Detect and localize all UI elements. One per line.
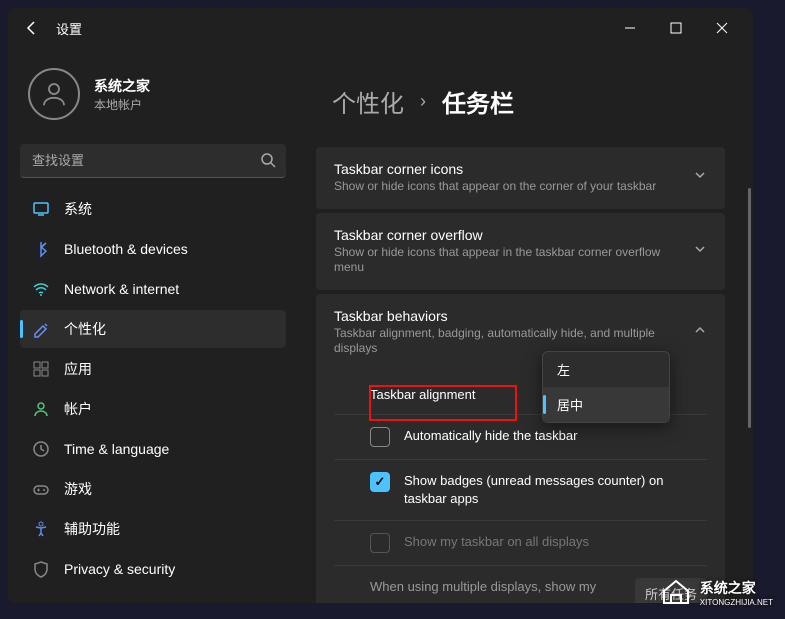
breadcrumb-current: 任务栏 [442, 84, 514, 119]
setting-taskbar-alignment: Taskbar alignment 左 居中 [334, 375, 707, 414]
nav-label: Network & internet [64, 281, 179, 297]
nav-item-wifi[interactable]: Network & internet [20, 270, 286, 308]
card-header-corner-overflow[interactable]: Taskbar corner overflow Show or hide ico… [316, 213, 725, 290]
alignment-option-left[interactable]: 左 [543, 352, 669, 387]
badges-label: Show badges (unread messages counter) on… [404, 472, 707, 508]
setting-all-displays[interactable]: Show my taskbar on all displays [334, 520, 707, 565]
nav-label: 帐户 [64, 399, 92, 419]
all-displays-checkbox[interactable] [370, 533, 390, 553]
nav-item-account[interactable]: 帐户 [20, 390, 286, 428]
card-desc: Show or hide icons that appear on the co… [334, 179, 693, 195]
search-icon [260, 152, 276, 173]
personalize-icon [32, 320, 50, 338]
gaming-icon [32, 480, 50, 498]
card-header-corner-icons[interactable]: Taskbar corner icons Show or hide icons … [316, 147, 725, 209]
nav-label: Privacy & security [64, 561, 175, 577]
setting-show-badges[interactable]: Show badges (unread messages counter) on… [334, 459, 707, 520]
alignment-dropdown: 左 居中 [542, 351, 670, 423]
profile-section[interactable]: 系统之家 本地帐户 [20, 56, 286, 140]
sidebar: 系统之家 本地帐户 系统 Bluetooth & devices Network &… [8, 48, 298, 603]
chevron-right-icon: › [420, 91, 426, 112]
arrow-left-icon [24, 20, 40, 36]
nav-item-time[interactable]: Time & language [20, 430, 286, 468]
system-icon [32, 200, 50, 218]
nav-label: 应用 [64, 359, 92, 379]
update-icon [32, 600, 50, 603]
setting-multi-display: When using multiple displays, show my 所有… [334, 565, 707, 603]
chevron-down-icon [693, 242, 707, 261]
all-displays-label: Show my taskbar on all displays [404, 533, 589, 551]
card-title: Taskbar behaviors [334, 308, 693, 324]
maximize-button[interactable] [653, 12, 699, 44]
username: 系统之家 [94, 76, 150, 96]
content-area: 个性化 › 任务栏 Taskbar corner icons Show or h… [298, 48, 753, 603]
nav-list: 系统 Bluetooth & devices Network & internet 个… [20, 190, 286, 603]
nav-item-personalize[interactable]: 个性化 [20, 310, 286, 348]
titlebar: 设置 [8, 8, 753, 48]
time-icon [32, 440, 50, 458]
apps-icon [32, 360, 50, 378]
accessibility-icon [32, 520, 50, 538]
minimize-icon [624, 22, 636, 34]
card-title: Taskbar corner overflow [334, 227, 693, 243]
search-input[interactable] [20, 144, 286, 178]
nav-item-apps[interactable]: 应用 [20, 350, 286, 388]
close-button[interactable] [699, 12, 745, 44]
nav-label: Time & language [64, 441, 169, 457]
nav-label: Windows Update [64, 601, 170, 603]
scrollbar[interactable] [748, 188, 751, 428]
maximize-icon [670, 22, 682, 34]
back-button[interactable] [16, 12, 48, 44]
nav-label: 个性化 [64, 319, 106, 339]
nav-item-privacy[interactable]: Privacy & security [20, 550, 286, 588]
breadcrumb-parent[interactable]: 个性化 [332, 84, 404, 119]
auto-hide-label: Automatically hide the taskbar [404, 427, 577, 445]
watermark-text: 系统之家 [700, 578, 773, 598]
nav-item-accessibility[interactable]: 辅助功能 [20, 510, 286, 548]
multi-display-label: When using multiple displays, show my [370, 578, 621, 596]
minimize-button[interactable] [607, 12, 653, 44]
watermark: 系统之家 XITONGZHIJIA.NET [658, 577, 773, 607]
nav-item-bluetooth[interactable]: Bluetooth & devices [20, 230, 286, 268]
auto-hide-checkbox[interactable] [370, 427, 390, 447]
chevron-up-icon [693, 323, 707, 342]
window-title: 设置 [56, 19, 82, 38]
account-type: 本地帐户 [94, 96, 150, 113]
nav-label: 游戏 [64, 479, 92, 499]
nav-label: 辅助功能 [64, 519, 120, 539]
nav-label: Bluetooth & devices [64, 241, 188, 257]
card-desc: Show or hide icons that appear in the ta… [334, 245, 693, 276]
nav-item-system[interactable]: 系统 [20, 190, 286, 228]
person-icon [39, 79, 69, 109]
nav-item-gaming[interactable]: 游戏 [20, 470, 286, 508]
house-icon [658, 577, 694, 607]
badges-checkbox[interactable] [370, 472, 390, 492]
privacy-icon [32, 560, 50, 578]
wifi-icon [32, 280, 50, 298]
nav-label: 系统 [64, 199, 92, 219]
avatar [28, 68, 80, 120]
chevron-down-icon [693, 168, 707, 187]
card-taskbar-behaviors: Taskbar behaviors Taskbar alignment, bad… [316, 294, 725, 603]
search-container [20, 144, 286, 178]
close-icon [716, 22, 728, 34]
nav-item-update[interactable]: Windows Update [20, 590, 286, 603]
breadcrumb: 个性化 › 任务栏 [316, 84, 725, 119]
card-taskbar-corner-overflow: Taskbar corner overflow Show or hide ico… [316, 213, 725, 290]
alignment-option-center[interactable]: 居中 [543, 387, 669, 422]
watermark-url: XITONGZHIJIA.NET [700, 598, 773, 607]
account-icon [32, 400, 50, 418]
bluetooth-icon [32, 240, 50, 258]
card-taskbar-corner-icons: Taskbar corner icons Show or hide icons … [316, 147, 725, 209]
card-title: Taskbar corner icons [334, 161, 693, 177]
